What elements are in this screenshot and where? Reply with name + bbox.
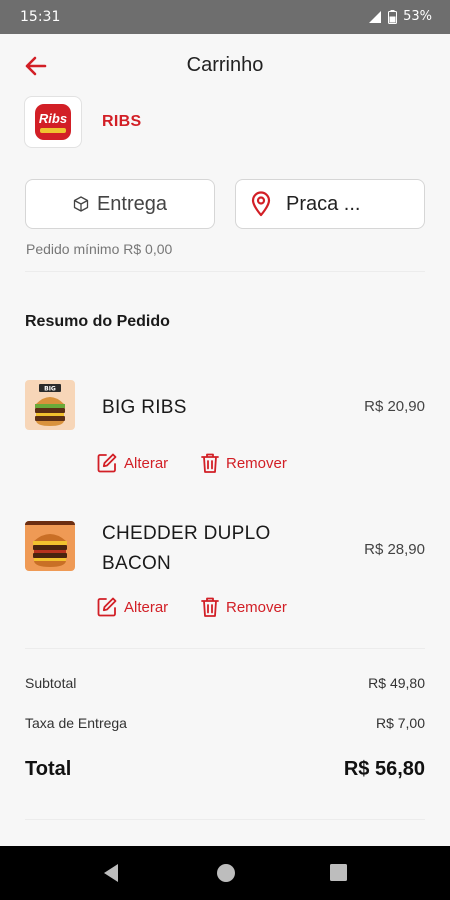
status-bar: 15:31 53% <box>0 0 450 34</box>
battery-icon <box>388 9 398 24</box>
circle-home-icon <box>217 864 235 882</box>
edit-icon <box>97 597 117 617</box>
item-price: R$ 20,90 <box>364 398 425 415</box>
restaurant-name: RIBS <box>102 113 142 130</box>
item-name-line: CHEDDER DUPLO <box>102 523 271 544</box>
remove-item-button[interactable]: Remover <box>200 596 287 618</box>
nav-recents-button[interactable] <box>329 863 348 887</box>
square-recents-icon <box>330 864 347 881</box>
svg-text:BIG: BIG <box>44 386 56 393</box>
divider <box>25 648 425 649</box>
edit-item-label: Alterar <box>124 598 169 616</box>
divider <box>25 819 425 820</box>
ribs-logo-badge: Ribs <box>35 104 71 140</box>
item-name: CHEDDER DUPLO BACON <box>102 519 271 579</box>
location-option-label: Praca ... <box>286 192 361 215</box>
burger-image: BIG <box>25 380 75 430</box>
location-option-button[interactable]: Praca ... <box>235 179 425 229</box>
delivery-fee-label: Taxa de Entrega <box>25 715 127 731</box>
map-pin-icon <box>251 191 271 217</box>
total-value: R$ 56,80 <box>343 758 425 780</box>
remove-item-label: Remover <box>226 598 287 616</box>
edit-item-button[interactable]: Alterar <box>96 452 168 474</box>
item-image-big-ribs: BIG <box>25 380 75 430</box>
item-name-line: BACON <box>102 553 172 574</box>
restaurant-logo: Ribs <box>24 96 82 148</box>
delivery-option-button[interactable]: Entrega <box>25 179 215 229</box>
page-title: Carrinho <box>186 54 264 76</box>
logo-text: Ribs <box>38 110 68 126</box>
trash-icon <box>201 453 219 473</box>
edit-item-button[interactable]: Alterar <box>96 596 168 618</box>
remove-item-label: Remover <box>226 454 287 472</box>
package-icon <box>73 196 89 212</box>
edit-item-label: Alterar <box>124 454 169 472</box>
restaurant-header: Ribs RIBS <box>24 96 141 148</box>
delivery-option-label: Entrega <box>96 192 168 215</box>
subtotal-label: Subtotal <box>25 675 77 691</box>
logo-strip <box>40 127 66 133</box>
divider <box>25 271 425 272</box>
minimum-order-text: Pedido mínimo R$ 0,00 <box>26 241 173 257</box>
total-row: Total R$ 56,80 <box>25 758 425 781</box>
status-icons: 53% <box>368 9 432 24</box>
total-label: Total <box>25 758 72 780</box>
edit-icon <box>97 453 117 473</box>
nav-back-button[interactable] <box>102 863 120 888</box>
status-time: 15:31 <box>20 9 61 25</box>
item-image-chedder-duplo-bacon <box>25 521 75 571</box>
delivery-fee-row: Taxa de Entrega R$ 7,00 <box>25 715 425 731</box>
order-summary-title: Resumo do Pedido <box>25 313 170 330</box>
trash-icon <box>201 597 219 617</box>
nav-home-button[interactable] <box>216 863 236 888</box>
signal-icon <box>369 10 382 23</box>
subtotal-row: Subtotal R$ 49,80 <box>25 675 425 691</box>
burger-image <box>25 521 75 571</box>
triangle-back-icon <box>104 864 118 882</box>
subtotal-value: R$ 49,80 <box>368 675 425 691</box>
item-price: R$ 28,90 <box>364 541 425 558</box>
item-name: BIG RIBS <box>102 397 187 418</box>
delivery-fee-value: R$ 7,00 <box>375 715 425 731</box>
app-bar: Carrinho <box>0 34 450 98</box>
remove-item-button[interactable]: Remover <box>200 452 287 474</box>
battery-percent: 53% <box>403 9 432 24</box>
system-navigation-bar <box>0 846 450 900</box>
